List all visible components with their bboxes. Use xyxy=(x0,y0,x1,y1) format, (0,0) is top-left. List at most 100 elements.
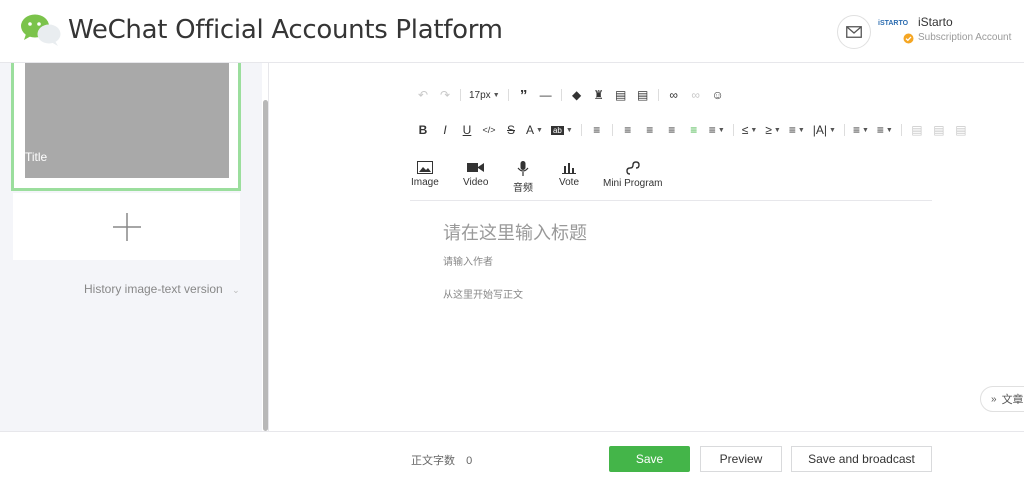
unlink-icon[interactable]: ∞ xyxy=(689,87,703,103)
caret-down-icon: ▼ xyxy=(717,126,725,134)
media-label: Vote xyxy=(559,177,580,188)
top-header: WeChat Official Accounts Platform iSTART… xyxy=(0,0,1024,63)
article-title-input[interactable]: 请在这里输入标题 xyxy=(443,219,587,245)
toolbar-divider xyxy=(611,124,613,136)
toolbar-row-2: B I U </> S A ▼ ab ▼ ≡ ≡ ≡ ≡ ≡ ≡ ▼ ≤ ▼ ≥ ▼ ≡ ▼… xyxy=(416,122,976,138)
letter-spacing-icon[interactable]: |A| ▼ xyxy=(813,122,836,138)
background-color-icon[interactable]: ab ▼ xyxy=(550,122,573,138)
toolbar-divider xyxy=(732,124,734,136)
insert-vote-button[interactable]: Vote xyxy=(559,161,579,188)
caret-down-icon: ▼ xyxy=(565,126,573,134)
emoji-icon[interactable]: ☺ xyxy=(711,87,725,103)
caret-down-icon: ▼ xyxy=(750,126,758,134)
spacing-before-icon[interactable]: ≤ ▼ xyxy=(742,122,758,138)
document-icon[interactable]: ▤ xyxy=(636,87,650,103)
align-right-icon[interactable]: ≡ xyxy=(665,122,679,138)
preview-button[interactable]: Preview xyxy=(700,446,782,472)
video-icon xyxy=(467,163,485,172)
undo-icon[interactable]: ↶ xyxy=(416,87,430,103)
media-label: 音频 xyxy=(513,183,533,194)
italic-icon[interactable]: I xyxy=(438,122,452,138)
microphone-icon xyxy=(517,161,529,176)
align-left-icon[interactable]: ≡ xyxy=(621,122,635,138)
horizontal-rule-icon[interactable]: — xyxy=(539,87,553,103)
wechat-logo-icon[interactable] xyxy=(20,13,62,47)
article-body-editor[interactable]: 从这里开始写正文 xyxy=(443,286,523,301)
toolbar-row-1: ↶ ↷ 17px ▼ ” — ◆ ♜ ▤ ▤ ∞ ∞ ☺ xyxy=(416,87,733,104)
toolbar-divider xyxy=(657,89,659,101)
unordered-list-icon[interactable]: ≡ ▼ xyxy=(877,122,893,138)
add-article-button[interactable] xyxy=(13,193,240,260)
bold-icon[interactable]: B xyxy=(416,122,430,138)
align-center-icon[interactable]: ≡ xyxy=(643,122,657,138)
chevron-down-icon: ⌄ xyxy=(232,285,240,295)
toolbar-divider xyxy=(560,89,562,101)
mail-icon xyxy=(846,26,862,38)
format-painter-icon[interactable]: ♜ xyxy=(592,87,606,103)
font-color-icon[interactable]: A ▼ xyxy=(526,122,543,138)
indent-dropdown-icon[interactable]: ≡ ▼ xyxy=(709,122,725,138)
caret-down-icon: ▼ xyxy=(536,126,543,134)
bar-chart-icon xyxy=(562,163,577,174)
float-none-icon[interactable]: ▤ xyxy=(932,122,946,138)
font-size-select[interactable]: 17px ▼ xyxy=(469,87,500,103)
media-label: Video xyxy=(463,177,489,188)
toolbar-divider xyxy=(460,89,461,101)
eraser-icon[interactable]: ◆ xyxy=(570,87,584,103)
mini-program-icon xyxy=(626,161,640,175)
insert-video-button[interactable]: Video xyxy=(463,161,488,188)
account-avatar[interactable]: iSTARTO xyxy=(878,20,912,34)
panel-divider xyxy=(268,63,269,431)
caret-down-icon: ▼ xyxy=(861,126,869,134)
caret-down-icon: ▼ xyxy=(829,126,836,134)
outline-toggle-button[interactable]: » 文章 xyxy=(980,386,1024,412)
link-icon[interactable]: ∞ xyxy=(667,87,681,103)
account-type: Subscription Account xyxy=(918,32,1012,43)
insert-mini-program-button[interactable]: Mini Program xyxy=(603,161,662,189)
font-size-value: 17px xyxy=(469,89,491,101)
account-logo-text: iSTARTO xyxy=(878,20,909,27)
media-label: Image xyxy=(411,177,439,188)
code-icon[interactable]: </> xyxy=(482,122,496,138)
caret-down-icon: ▼ xyxy=(797,126,805,134)
toolbar-divider xyxy=(507,89,509,101)
history-version-label: History image-text version xyxy=(84,282,223,296)
word-count: 正文字数 0 xyxy=(411,452,472,468)
history-version-link[interactable]: History image-text version ⌄ xyxy=(84,282,240,296)
underline-icon[interactable]: U xyxy=(460,122,474,138)
article-cover-image xyxy=(25,63,229,178)
article-title: Title xyxy=(25,150,48,164)
caret-down-icon: ▼ xyxy=(773,126,781,134)
toolbar-divider xyxy=(900,124,902,136)
float-left-icon[interactable]: ▤ xyxy=(910,122,924,138)
toolbar-divider xyxy=(580,124,582,136)
line-height-icon[interactable]: ≡ ▼ xyxy=(789,122,805,138)
insert-audio-button[interactable]: 音频 xyxy=(513,161,533,194)
toolbar-divider xyxy=(843,124,845,136)
insert-image-button[interactable]: Image xyxy=(411,161,439,188)
blockquote-icon[interactable]: ” xyxy=(517,87,531,104)
account-name[interactable]: iStarto xyxy=(918,15,953,29)
float-right-icon[interactable]: ▤ xyxy=(954,122,968,138)
caret-down-icon: ▼ xyxy=(885,126,893,134)
verified-icon xyxy=(903,33,914,44)
word-count-label: 正文字数 xyxy=(411,455,455,467)
strikethrough-icon[interactable]: S xyxy=(504,122,518,138)
ordered-list-icon[interactable]: ≡ ▼ xyxy=(853,122,869,138)
indent-icon[interactable]: ≡ xyxy=(590,122,604,138)
spacing-after-icon[interactable]: ≥ ▼ xyxy=(765,122,781,138)
image-icon xyxy=(416,161,433,174)
word-count-value: 0 xyxy=(466,455,473,467)
plus-icon xyxy=(112,212,141,241)
save-and-broadcast-button[interactable]: Save and broadcast xyxy=(791,446,932,472)
caret-down-icon: ▼ xyxy=(492,91,500,99)
media-label: Mini Program xyxy=(603,178,663,189)
redo-icon[interactable]: ↷ xyxy=(438,87,452,103)
insert-template-icon[interactable]: ▤ xyxy=(614,87,628,103)
article-card-selected[interactable] xyxy=(11,63,241,191)
chevrons-down-icon: » xyxy=(991,393,997,405)
save-button[interactable]: Save xyxy=(609,446,690,472)
align-justify-icon[interactable]: ≡ xyxy=(687,122,701,138)
message-button[interactable] xyxy=(837,15,871,49)
author-input[interactable]: 请输入作者 xyxy=(443,253,493,268)
